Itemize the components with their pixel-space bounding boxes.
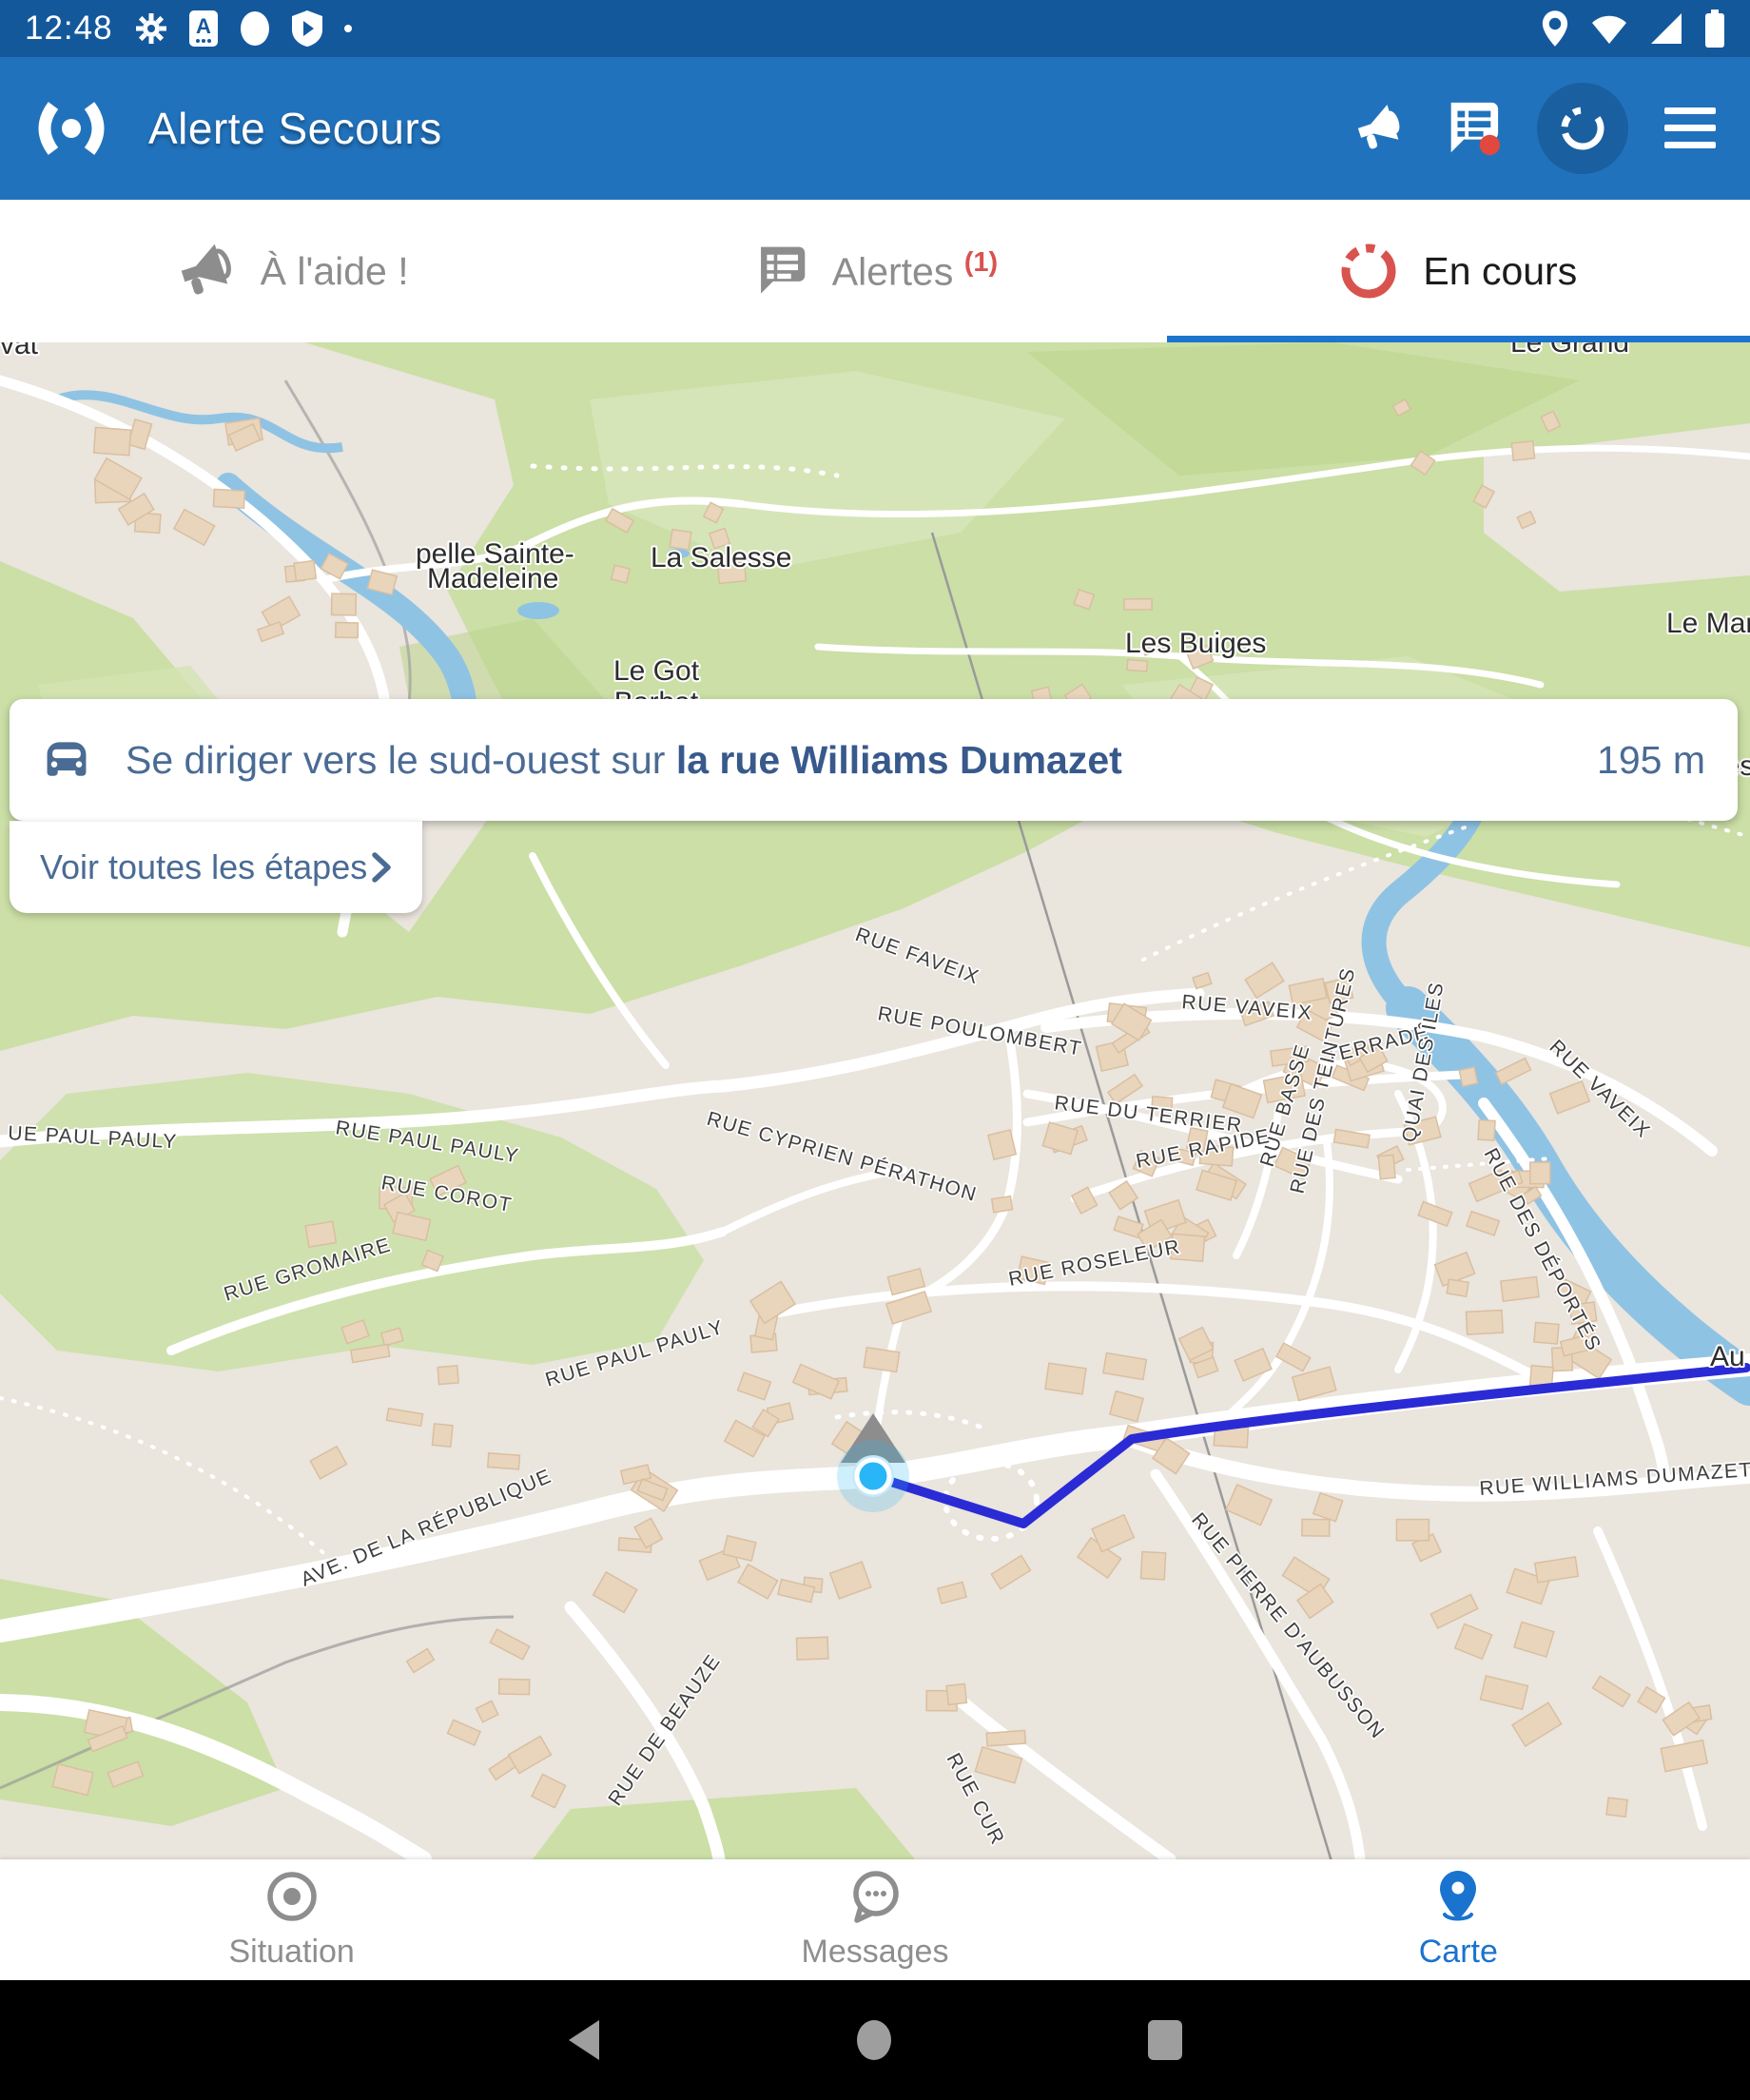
tab-ongoing[interactable]: En cours: [1167, 200, 1750, 342]
all-steps-label: Voir toutes les étapes: [40, 847, 367, 887]
nav-map-label: Carte: [1419, 1934, 1498, 1971]
nav-situation-label: Situation: [229, 1934, 355, 1971]
status-bar: 12:48 A: [0, 0, 1750, 57]
map-place-label: Le Got: [613, 655, 700, 687]
alerts-count-badge: (1): [964, 247, 998, 278]
bottom-navigation: Situation Messages Carte: [0, 1859, 1750, 1980]
map-place-label: vat: [0, 342, 39, 360]
car-icon: [42, 738, 91, 782]
app-logo-icon: [34, 100, 108, 157]
app-bar: Alerte Secours: [0, 57, 1750, 200]
play-protect-icon: [292, 10, 322, 47]
situation-target-icon: [264, 1869, 320, 1924]
all-steps-button[interactable]: Voir toutes les étapes: [10, 821, 422, 913]
tab-alerts-label: Alertes: [832, 250, 954, 294]
direction-card: Se diriger vers le sud-ouest sur la rue …: [10, 699, 1738, 821]
messages-badge-icon[interactable]: [1442, 99, 1501, 158]
nav-item-map[interactable]: Carte: [1167, 1859, 1750, 1980]
autofill-app-icon: A: [189, 10, 218, 47]
map-tiles: vatLe GrandLa Salessepelle Sainte-Madele…: [0, 342, 1750, 1859]
tab-ongoing-label: En cours: [1423, 249, 1577, 294]
menu-icon[interactable]: [1664, 107, 1716, 149]
map-place-label: Au: [1710, 1341, 1745, 1372]
direction-distance: 195 m: [1597, 738, 1705, 783]
tab-bar: À l'aide ! Alertes (1) En cours: [0, 200, 1750, 342]
map-pin-icon: [1430, 1869, 1486, 1924]
app-title: Alerte Secours: [148, 103, 442, 154]
messages-bubble-icon: [847, 1869, 903, 1924]
map-place-label: Madeleine: [427, 563, 558, 594]
map-place-label: Le Marc: [1666, 608, 1750, 639]
tab-help[interactable]: À l'aide !: [0, 200, 583, 342]
android-back-button[interactable]: [565, 2018, 603, 2062]
direction-road-name: la rue Williams Dumazet: [676, 738, 1122, 782]
tab-help-label: À l'aide !: [261, 249, 409, 294]
clock: 12:48: [25, 10, 113, 48]
direction-instruction: Se diriger vers le sud-ouest sur la rue …: [126, 738, 1122, 783]
android-recents-button[interactable]: [1145, 2017, 1185, 2063]
notification-dot-icon: [239, 10, 271, 47]
map-place-label: La Salesse: [651, 542, 791, 574]
nav-messages-label: Messages: [802, 1934, 949, 1971]
alerts-list-icon: [752, 243, 807, 299]
gear-icon: [134, 11, 168, 46]
megaphone-icon[interactable]: [1352, 102, 1406, 155]
tab-alerts[interactable]: Alertes (1): [583, 200, 1166, 342]
android-navigation-bar: [0, 1980, 1750, 2100]
android-home-button[interactable]: [852, 2016, 896, 2064]
ongoing-spinner-icon: [1339, 242, 1398, 301]
map-place-label: Les Buiges: [1125, 628, 1266, 659]
active-tab-underline: [1167, 336, 1750, 342]
ongoing-spinner-button[interactable]: [1537, 83, 1628, 174]
nav-item-messages[interactable]: Messages: [583, 1859, 1166, 1980]
svg-text:A: A: [196, 14, 211, 38]
wifi-icon: [1590, 11, 1628, 46]
cell-signal-icon: [1649, 11, 1683, 46]
megaphone-icon: [175, 241, 236, 301]
map-canvas[interactable]: vatLe GrandLa Salessepelle Sainte-Madele…: [0, 342, 1750, 1859]
chevron-right-icon: [371, 851, 392, 884]
battery-icon: [1704, 10, 1725, 48]
spinner-icon: [1558, 104, 1607, 153]
more-notifications-dot: [343, 24, 353, 33]
nav-item-situation[interactable]: Situation: [0, 1859, 583, 1980]
location-status-icon: [1541, 10, 1569, 48]
map-place-label: Le Grand: [1510, 342, 1629, 359]
